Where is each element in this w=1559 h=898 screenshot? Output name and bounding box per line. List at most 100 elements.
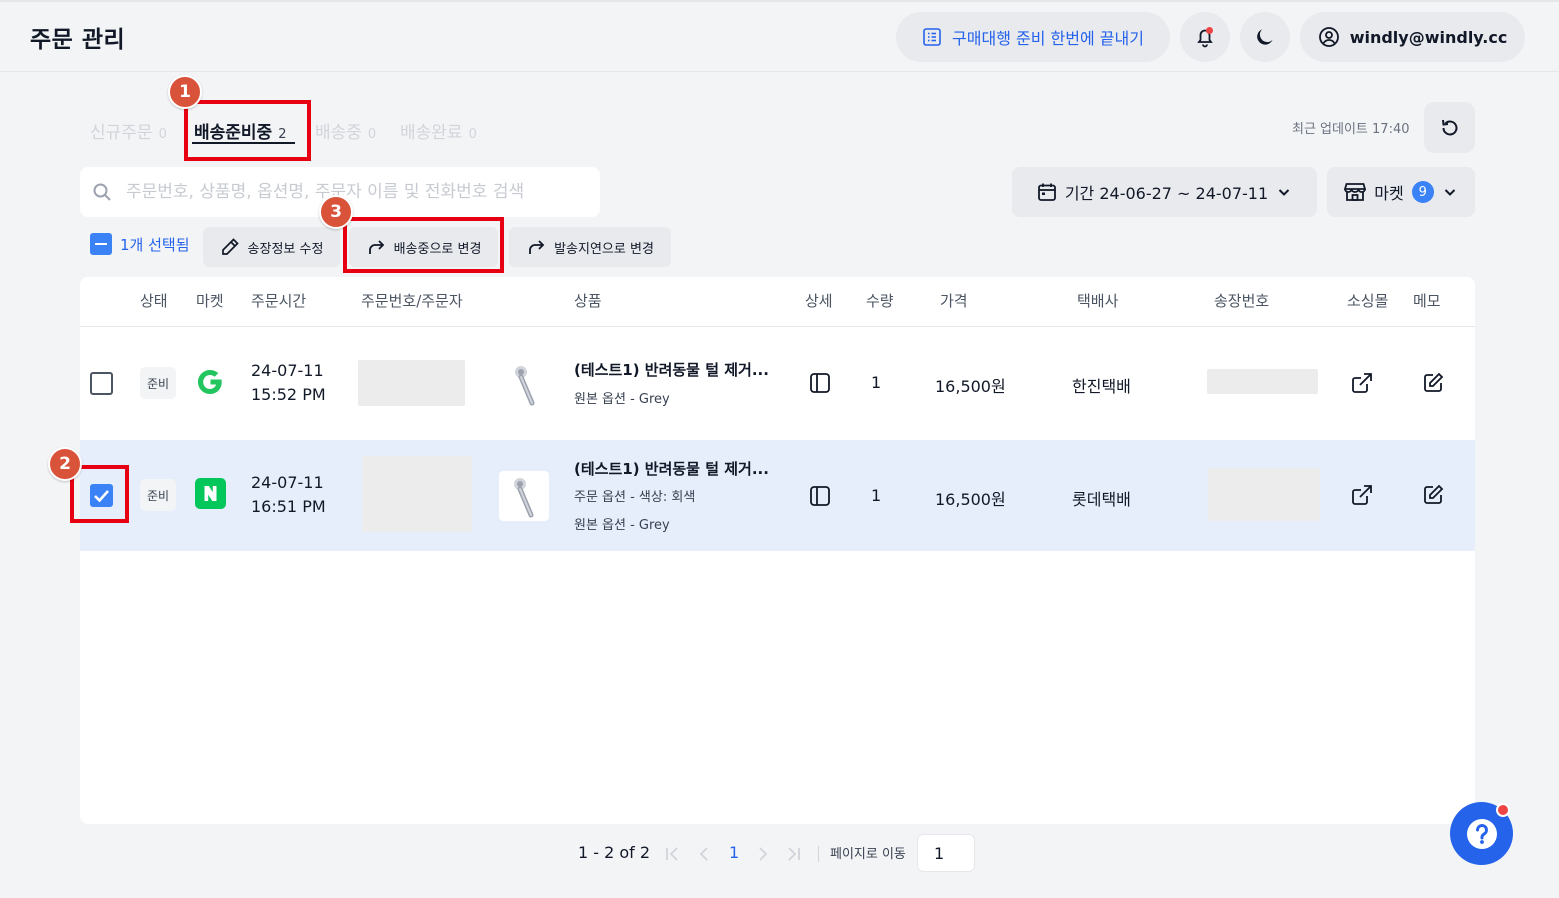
market-filter-button[interactable]: 마켓 9 (1327, 167, 1475, 217)
tab-label: 신규주문 (90, 123, 153, 143)
column-header-memo: 메모 (1413, 292, 1441, 310)
step-badge-3: 3 (319, 195, 353, 229)
help-notification-dot (1496, 803, 1510, 817)
market-count-badge: 9 (1411, 181, 1434, 203)
invoice-number-placeholder (1208, 468, 1320, 521)
courier: 한진택배 (1072, 377, 1131, 396)
memo-edit-icon[interactable] (1422, 484, 1444, 506)
column-header-invoice: 송장번호 (1214, 292, 1270, 310)
forward-arrow-icon (526, 237, 546, 257)
last-updated-text: 최근 업데이트 17:40 (1292, 122, 1410, 137)
column-header-market: 마켓 (196, 292, 224, 310)
current-page-number[interactable]: 1 (729, 843, 739, 862)
column-header-order-time: 주문시간 (251, 292, 307, 310)
column-header-order-number: 주문번호/주문자 (361, 292, 463, 310)
search-input[interactable] (126, 182, 586, 202)
product-option: 주문 옵션 - 색상: 회색 (574, 490, 696, 505)
market-label: 마켓 (1374, 184, 1404, 203)
promo-label: 구매대행 준비 한번에 끝내기 (952, 29, 1144, 48)
column-header-qty: 수량 (866, 292, 894, 310)
question-icon (1463, 815, 1501, 853)
product-thumbnail[interactable] (500, 359, 550, 409)
row-checkbox[interactable] (90, 372, 113, 395)
chevron-down-icon (1276, 184, 1292, 200)
order-time: 15:52 PM (251, 385, 326, 404)
moon-icon (1254, 26, 1276, 48)
account-email: windly@windly.cc (1349, 27, 1508, 47)
order-date: 24-07-11 (251, 473, 324, 492)
calendar-icon (1037, 182, 1057, 202)
goto-page-label: 페이지로 이동 (830, 847, 906, 862)
refresh-icon (1439, 117, 1461, 139)
refresh-button[interactable] (1424, 102, 1475, 153)
account-button[interactable]: windly@windly.cc (1300, 12, 1525, 62)
tab-count: 0 (158, 127, 167, 142)
product-option: 원본 옵션 - Grey (574, 518, 670, 533)
next-page-icon[interactable] (754, 845, 772, 863)
quantity: 1 (871, 486, 882, 505)
list-icon (922, 27, 942, 47)
external-link-icon[interactable] (1351, 484, 1373, 506)
selected-count-label: 1개 선택됨 (120, 235, 190, 254)
order-date: 24-07-11 (251, 361, 324, 380)
column-header-status: 상태 (140, 292, 168, 310)
column-header-sourcing-mall: 소싱몰 (1347, 292, 1389, 310)
select-all-checkbox[interactable] (90, 233, 112, 255)
column-header-courier: 택배사 (1077, 292, 1119, 310)
column-header-detail: 상세 (805, 292, 833, 310)
period-label: 기간 24-06-27 ~ 24-07-11 (1064, 184, 1269, 203)
edit-invoice-button[interactable]: 송장정보 수정 (203, 227, 340, 267)
tab-new-orders[interactable]: 신규주문 0 (90, 118, 167, 143)
quantity: 1 (871, 373, 882, 392)
order-number-placeholder (362, 456, 472, 532)
edit-invoice-label: 송장정보 수정 (247, 241, 324, 257)
tab-label: 배송중 (315, 123, 362, 143)
price: 16,500원 (935, 490, 1006, 509)
selected-indicator[interactable]: 1개 선택됨 (90, 233, 190, 255)
pencil-icon (220, 237, 240, 257)
status-badge: 준비 (140, 367, 176, 399)
price: 16,500원 (935, 377, 1006, 396)
tab-shipping[interactable]: 배송중 0 (315, 118, 376, 143)
last-page-icon[interactable] (784, 845, 802, 863)
tab-delivered[interactable]: 배송완료 0 (400, 118, 477, 143)
product-thumbnail[interactable] (499, 471, 549, 521)
to-delay-label: 발송지연으로 변경 (554, 241, 654, 257)
page-title: 주문 관리 (30, 27, 126, 53)
pagination-divider (818, 846, 819, 862)
product-title[interactable]: (테스트1) 반려동물 털 제거... (574, 359, 769, 380)
courier: 롯데택배 (1072, 490, 1131, 509)
column-header-price: 가격 (940, 292, 968, 310)
tab-count: 0 (468, 127, 477, 142)
column-header-product: 상품 (574, 292, 602, 310)
period-filter-button[interactable]: 기간 24-06-27 ~ 24-07-11 (1012, 167, 1317, 217)
product-title[interactable]: (테스트1) 반려동물 털 제거... (574, 458, 769, 479)
bell-icon (1194, 26, 1216, 48)
change-to-delay-button[interactable]: 발송지연으로 변경 (509, 227, 671, 267)
order-number-placeholder (358, 360, 465, 406)
order-time: 16:51 PM (251, 497, 326, 516)
status-badge: 준비 (140, 479, 176, 511)
annotation-highlight-tab (184, 100, 311, 161)
tab-label: 배송완료 (400, 123, 463, 143)
previous-page-icon[interactable] (695, 845, 713, 863)
table-header-divider (80, 326, 1475, 327)
chevron-down-icon (1442, 184, 1458, 200)
notification-button[interactable] (1180, 12, 1230, 62)
header-top-border (0, 0, 1559, 2)
goto-page-input[interactable] (917, 834, 975, 872)
detail-panel-icon[interactable] (809, 372, 831, 394)
invoice-number-placeholder (1207, 369, 1318, 394)
external-link-icon[interactable] (1351, 372, 1373, 394)
promo-button[interactable]: 구매대행 준비 한번에 끝내기 (896, 12, 1170, 62)
step-badge-1: 1 (168, 75, 202, 109)
tab-count: 0 (367, 127, 377, 142)
memo-edit-icon[interactable] (1422, 372, 1444, 394)
search-icon (92, 182, 112, 202)
product-option: 원본 옵션 - Grey (574, 392, 670, 407)
user-circle-icon (1318, 26, 1340, 48)
first-page-icon[interactable] (664, 845, 682, 863)
step-badge-2: 2 (48, 447, 82, 481)
detail-panel-icon[interactable] (809, 485, 831, 507)
theme-toggle-button[interactable] (1240, 12, 1290, 62)
